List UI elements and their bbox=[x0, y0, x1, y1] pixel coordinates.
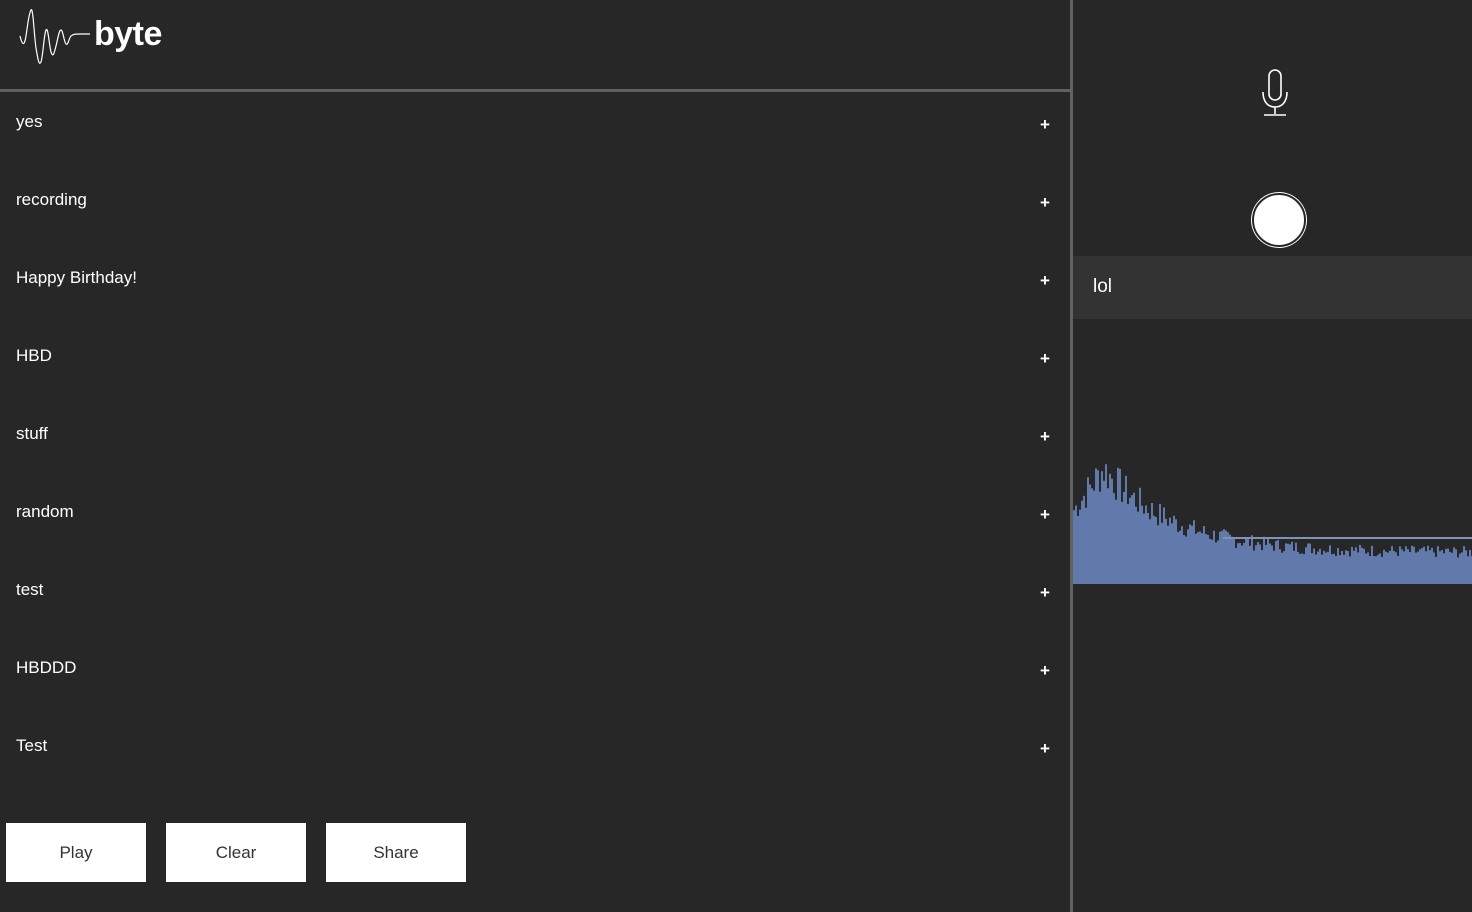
recording-label: HBD bbox=[16, 346, 52, 365]
add-icon[interactable]: + bbox=[1036, 272, 1054, 290]
recording-label: stuff bbox=[16, 424, 48, 443]
add-icon[interactable]: + bbox=[1036, 116, 1054, 134]
list-item[interactable]: stuff + bbox=[0, 404, 1070, 482]
list-item[interactable]: random + bbox=[0, 482, 1070, 560]
recorder-panel: lol bbox=[1073, 0, 1472, 912]
microphone-icon[interactable] bbox=[1260, 68, 1290, 118]
list-item[interactable]: HBD + bbox=[0, 326, 1070, 404]
logo[interactable]: byte bbox=[18, 4, 162, 68]
recording-label: Happy Birthday! bbox=[16, 268, 137, 287]
add-icon[interactable]: + bbox=[1036, 662, 1054, 680]
recording-label: HBDDD bbox=[16, 658, 77, 677]
recording-label: recording bbox=[16, 190, 87, 209]
play-button[interactable]: Play bbox=[6, 823, 146, 882]
soundwave-icon bbox=[19, 9, 90, 64]
waveform bbox=[1073, 464, 1472, 584]
playback-controls: Play Clear Share bbox=[6, 823, 466, 882]
list-item[interactable]: test + bbox=[0, 560, 1070, 638]
share-button[interactable]: Share bbox=[326, 823, 466, 882]
waveform-shape bbox=[1073, 464, 1472, 584]
recordings-list: yes + recording + Happy Birthday! + HBD + stuff +… bbox=[0, 92, 1070, 794]
header: byte bbox=[0, 0, 1070, 89]
list-item[interactable]: yes + bbox=[0, 92, 1070, 170]
recording-name: lol bbox=[1093, 276, 1113, 297]
add-icon[interactable]: + bbox=[1036, 194, 1054, 212]
list-item[interactable]: recording + bbox=[0, 170, 1070, 248]
list-item[interactable]: HBDDD + bbox=[0, 638, 1070, 716]
add-icon[interactable]: + bbox=[1036, 350, 1054, 368]
recordings-panel: byte yes + recording + Happy Birthday! + HBD + s… bbox=[0, 0, 1070, 912]
brand-name: byte bbox=[94, 14, 162, 53]
list-item[interactable]: Test + bbox=[0, 716, 1070, 794]
recording-label: test bbox=[16, 580, 44, 599]
list-item[interactable]: Happy Birthday! + bbox=[0, 248, 1070, 326]
add-icon[interactable]: + bbox=[1036, 428, 1054, 446]
add-icon[interactable]: + bbox=[1036, 506, 1054, 524]
recording-label: Test bbox=[16, 736, 48, 755]
add-icon[interactable]: + bbox=[1036, 584, 1054, 602]
recording-label: yes bbox=[16, 112, 43, 131]
record-circle-icon[interactable] bbox=[1252, 193, 1306, 247]
app-window: byte yes + recording + Happy Birthday! + HBD + s… bbox=[0, 0, 1472, 912]
clear-button[interactable]: Clear bbox=[166, 823, 306, 882]
recording-label: random bbox=[16, 502, 74, 521]
recording-name-bar[interactable]: lol bbox=[1073, 256, 1472, 319]
add-icon[interactable]: + bbox=[1036, 740, 1054, 758]
